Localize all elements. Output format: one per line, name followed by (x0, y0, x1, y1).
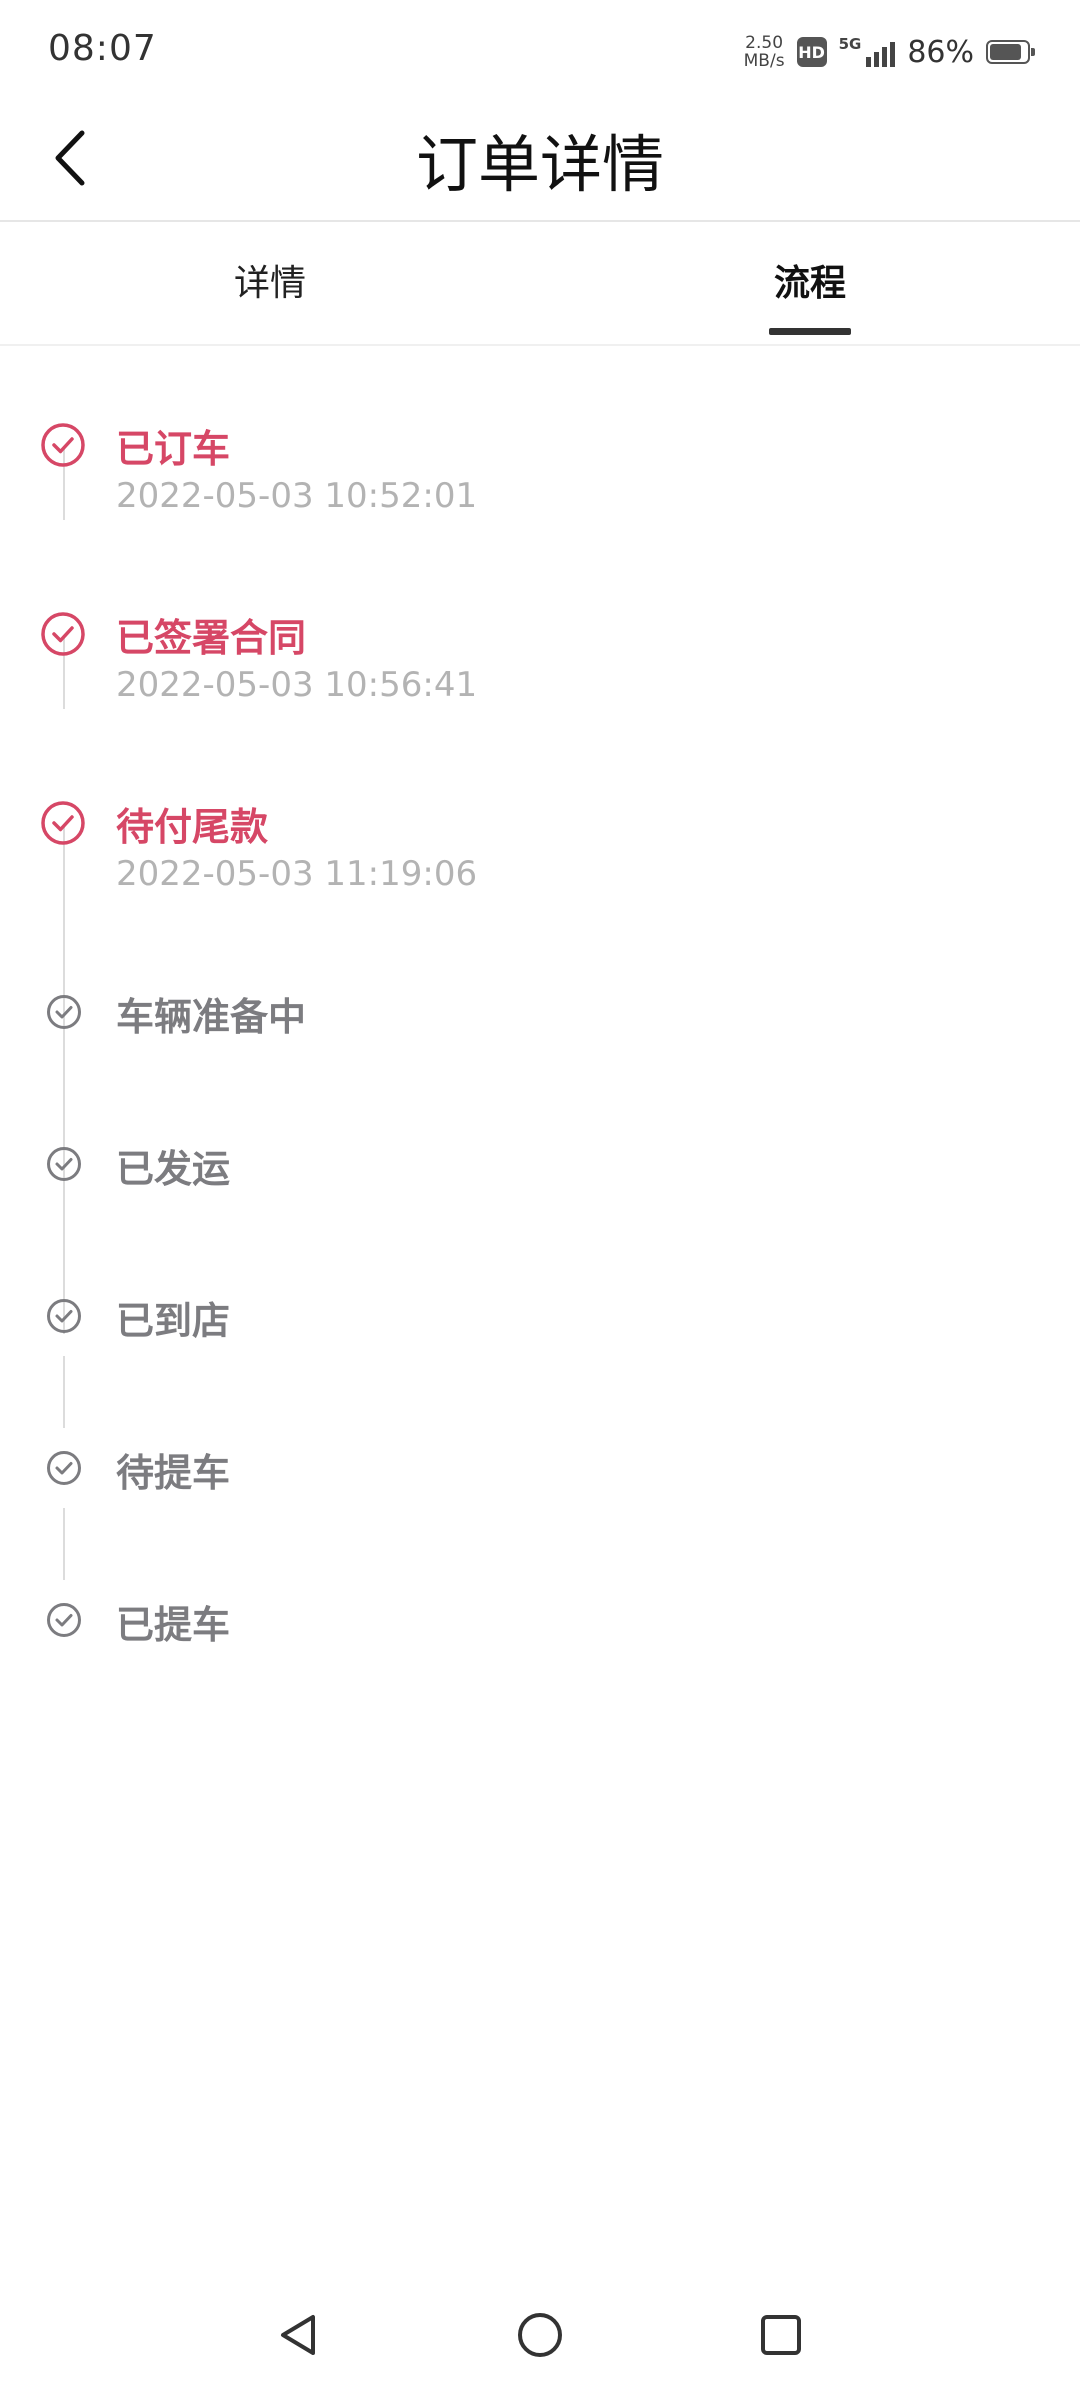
signal-label: 5G (838, 35, 862, 53)
timeline-connector (63, 1204, 65, 1276)
battery-percent: 86% (907, 34, 974, 70)
battery-icon (986, 40, 1035, 64)
check-circle-icon (47, 1147, 81, 1181)
status-bar: 08:07 2.50 MB/s HD 5G 86% (0, 0, 1080, 100)
status-time: 08:07 (48, 28, 157, 69)
network-speed: 2.50 MB/s (744, 34, 785, 70)
circle-home-icon (518, 2313, 562, 2357)
step-title: 待提车 (116, 1451, 231, 1495)
step-title: 已到店 (116, 1299, 231, 1343)
tab-process-label: 流程 (773, 263, 846, 304)
system-nav-bar (0, 2290, 1080, 2380)
tab-details-label: 详情 (233, 263, 306, 304)
order-details-screen: 08:07 2.50 MB/s HD 5G 86% 订单详情 详情 流程 已订车… (0, 0, 1080, 2400)
check-circle-icon (41, 612, 85, 656)
square-recents-icon (761, 2315, 801, 2355)
check-circle-icon (47, 1299, 81, 1333)
nav-back-button[interactable] (254, 2290, 344, 2380)
status-icons: 2.50 MB/s HD 5G 86% (744, 30, 1035, 74)
network-speed-value: 2.50 (745, 33, 784, 53)
step-title: 已签署合同 (116, 616, 307, 660)
step-time: 2022-05-03 10:52:01 (116, 476, 478, 516)
page-title: 订单详情 (415, 128, 664, 201)
network-speed-unit: MB/s (743, 51, 785, 71)
check-circle-icon (41, 801, 85, 845)
timeline-connector (63, 1356, 65, 1428)
signal-icon: 5G (839, 37, 896, 67)
step-time: 2022-05-03 10:56:41 (116, 665, 478, 705)
battery-fill (990, 44, 1021, 60)
triangle-back-icon (281, 2315, 315, 2355)
tab-process[interactable]: 流程 (540, 222, 1080, 344)
step-title: 已发运 (116, 1147, 231, 1191)
nav-recents-button[interactable] (736, 2290, 826, 2380)
title-bar: 订单详情 (0, 100, 1080, 222)
hd-icon: HD (796, 37, 827, 67)
step-title: 已订车 (116, 427, 231, 471)
check-circle-icon (47, 1603, 81, 1637)
tab-details[interactable]: 详情 (0, 222, 540, 344)
check-circle-icon (47, 995, 81, 1029)
nav-home-button[interactable] (495, 2290, 585, 2380)
step-title: 车辆准备中 (116, 995, 307, 1039)
step-title: 待付尾款 (116, 805, 269, 849)
active-tab-indicator (769, 328, 851, 335)
step-time: 2022-05-03 11:19:06 (116, 854, 478, 894)
step-title: 已提车 (116, 1603, 231, 1647)
check-circle-icon (47, 1451, 81, 1485)
tab-bar: 详情 流程 (0, 222, 1080, 346)
timeline-connector (63, 1052, 65, 1124)
check-circle-icon (41, 423, 85, 467)
timeline-connector (63, 1508, 65, 1580)
